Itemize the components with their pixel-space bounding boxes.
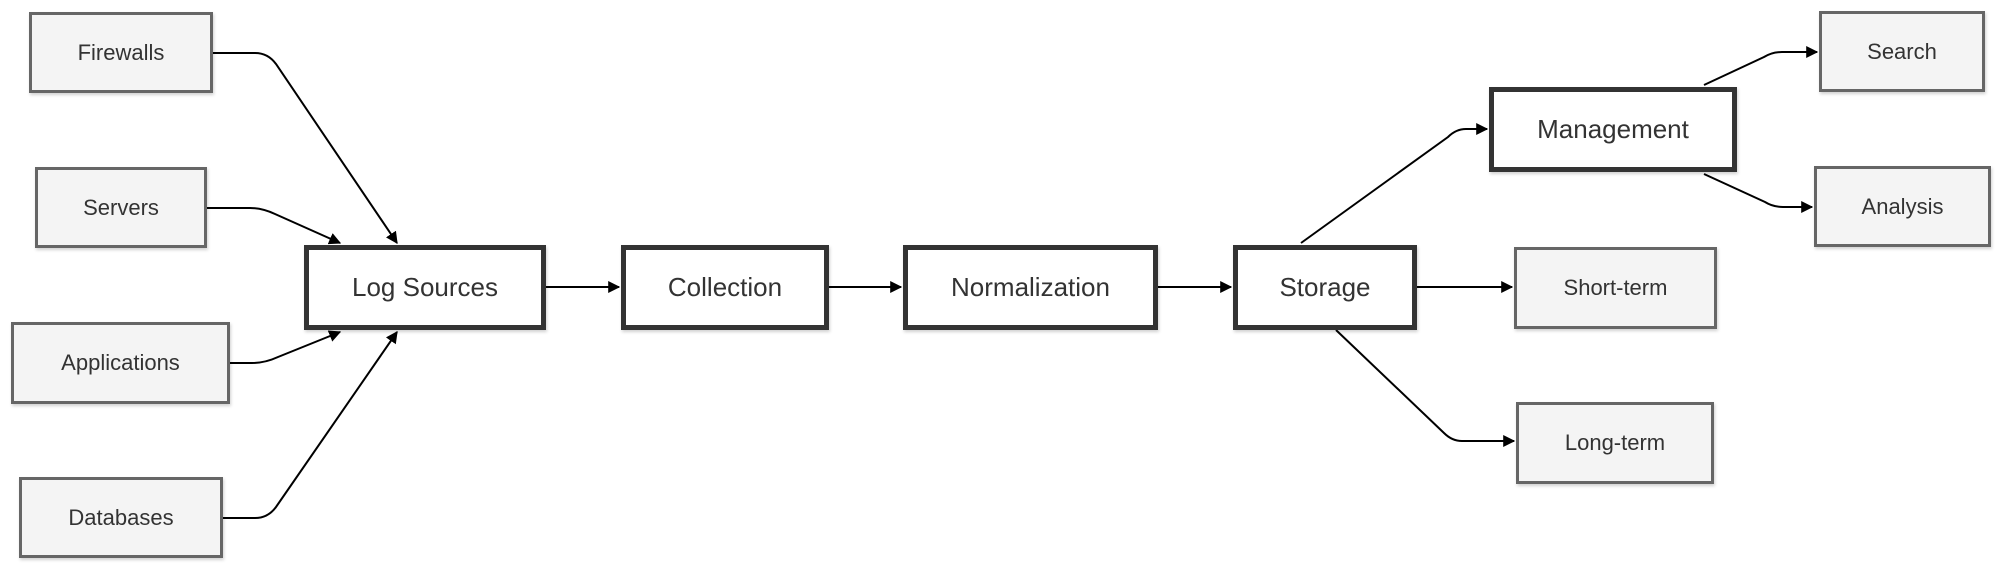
edge-management-to-search bbox=[1703, 46, 1819, 86]
node-long-term: Long-term bbox=[1516, 402, 1714, 484]
node-servers: Servers bbox=[35, 167, 207, 248]
node-normalization: Normalization bbox=[903, 245, 1158, 330]
edge-storage-to-long-term bbox=[1335, 329, 1516, 447]
edge-applications-to-log-sources bbox=[230, 330, 342, 364]
node-applications: Applications bbox=[11, 322, 230, 404]
node-label: Analysis bbox=[1861, 193, 1944, 219]
node-storage: Storage bbox=[1233, 245, 1417, 330]
edge-management-to-analysis bbox=[1703, 173, 1814, 213]
node-label: Normalization bbox=[951, 272, 1110, 302]
node-label: Firewalls bbox=[77, 39, 165, 65]
node-collection: Collection bbox=[621, 245, 829, 330]
node-label: Storage bbox=[1279, 272, 1371, 302]
node-label: Log Sources bbox=[352, 272, 498, 302]
edge-firewalls-to-log-sources bbox=[213, 52, 398, 244]
node-label: Collection bbox=[667, 272, 783, 302]
edge-databases-to-log-sources bbox=[223, 331, 398, 519]
node-label: Databases bbox=[68, 504, 174, 530]
node-search: Search bbox=[1819, 11, 1985, 92]
node-log-sources: Log Sources bbox=[304, 245, 546, 330]
edge-servers-to-log-sources bbox=[207, 207, 342, 245]
node-label: Long-term bbox=[1564, 430, 1666, 455]
edge-storage-to-management bbox=[1300, 123, 1489, 244]
node-analysis: Analysis bbox=[1814, 166, 1991, 247]
node-label: Servers bbox=[83, 194, 159, 220]
node-label: Search bbox=[1867, 38, 1937, 64]
node-label: Applications bbox=[61, 350, 180, 375]
node-label: Short-term bbox=[1563, 275, 1668, 300]
node-firewalls: Firewalls bbox=[29, 12, 213, 93]
node-short-term: Short-term bbox=[1514, 247, 1717, 329]
node-label: Management bbox=[1537, 114, 1689, 144]
node-databases: Databases bbox=[19, 477, 223, 558]
node-management: Management bbox=[1489, 87, 1737, 172]
